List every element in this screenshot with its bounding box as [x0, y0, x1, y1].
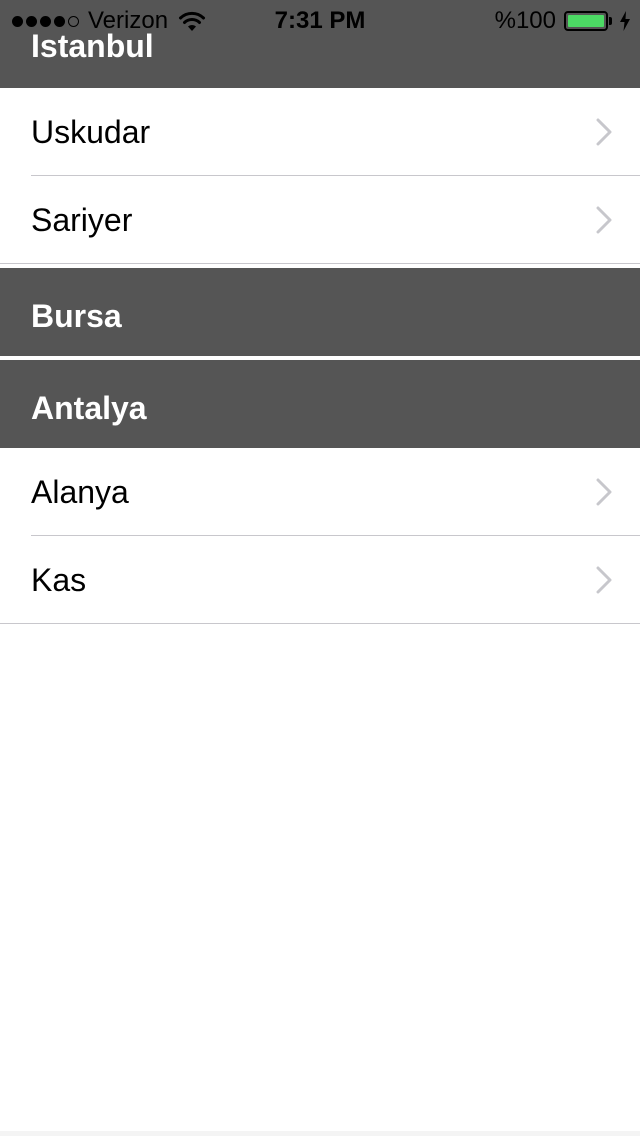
- row-label: Alanya: [31, 474, 129, 510]
- row-label: Sariyer: [31, 202, 133, 238]
- section-title: Bursa: [31, 298, 122, 334]
- battery-percentage: %100: [494, 7, 556, 34]
- status-right: %100: [495, 8, 630, 34]
- chevron-right-icon: [596, 566, 612, 594]
- bolt-icon: [620, 11, 630, 31]
- section-header-bursa: Bursa: [0, 268, 640, 356]
- home-indicator-strip: [0, 1131, 640, 1136]
- table-bottom-separator: [0, 623, 640, 624]
- row-label: Uskudar: [31, 114, 151, 150]
- table-row-kas[interactable]: Kas: [0, 536, 640, 624]
- section-header-antalya: Antalya: [0, 360, 640, 448]
- section-title: Antalya: [31, 390, 147, 426]
- chevron-right-icon: [596, 478, 612, 506]
- table-row-uskudar[interactable]: Uskudar: [0, 88, 640, 176]
- screen: Istanbul Uskudar Sariyer Bursa Antalya A…: [0, 0, 640, 1136]
- chevron-right-icon: [596, 206, 612, 234]
- table-row-sariyer[interactable]: Sariyer: [0, 176, 640, 264]
- battery-icon: [564, 11, 608, 31]
- status-bar: Verizon 7:31 PM %100: [0, 0, 640, 40]
- chevron-right-icon: [596, 118, 612, 146]
- battery-level-fill: [568, 15, 604, 27]
- section-separator: [0, 263, 640, 264]
- table-row-alanya[interactable]: Alanya: [0, 448, 640, 536]
- battery-nub: [609, 17, 612, 25]
- row-label: Kas: [31, 562, 87, 598]
